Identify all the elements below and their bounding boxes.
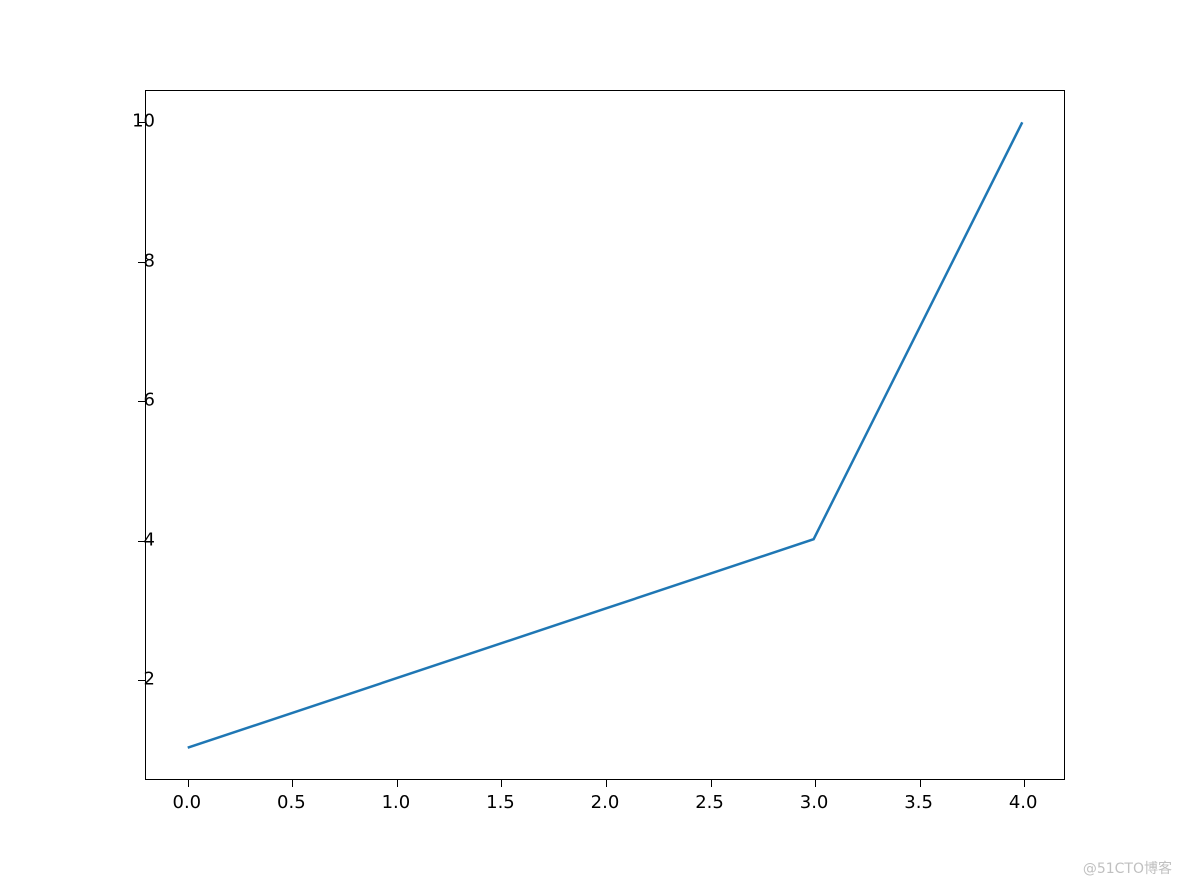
x-tick-label: 4.0 — [1009, 792, 1038, 813]
y-tick-label: 8 — [144, 250, 155, 271]
x-tick — [501, 779, 502, 787]
x-tick-label: 3.5 — [904, 792, 933, 813]
chart-container: 2 4 6 8 10 0.0 0.5 1.0 1.5 2.0 2.5 3.0 3.5 4.0 — [85, 80, 1085, 830]
y-tick-label: 6 — [144, 390, 155, 411]
y-tick-label: 10 — [132, 111, 155, 132]
line-svg — [146, 91, 1064, 779]
x-tick — [1024, 779, 1025, 787]
x-tick — [711, 779, 712, 787]
x-tick-label: 0.5 — [277, 792, 306, 813]
x-tick — [815, 779, 816, 787]
plot-area — [145, 90, 1065, 780]
x-tick-label: 0.0 — [172, 792, 201, 813]
x-tick — [397, 779, 398, 787]
line-series — [188, 122, 1023, 747]
watermark: @51CTO博客 — [1083, 858, 1172, 878]
x-tick-label: 1.5 — [486, 792, 515, 813]
x-tick — [606, 779, 607, 787]
x-tick-label: 2.0 — [591, 792, 620, 813]
y-tick-label: 4 — [144, 529, 155, 550]
y-tick-label: 2 — [144, 668, 155, 689]
x-tick-label: 3.0 — [800, 792, 829, 813]
x-tick — [292, 779, 293, 787]
x-tick — [188, 779, 189, 787]
x-tick-label: 2.5 — [695, 792, 724, 813]
x-tick — [920, 779, 921, 787]
x-tick-label: 1.0 — [382, 792, 411, 813]
